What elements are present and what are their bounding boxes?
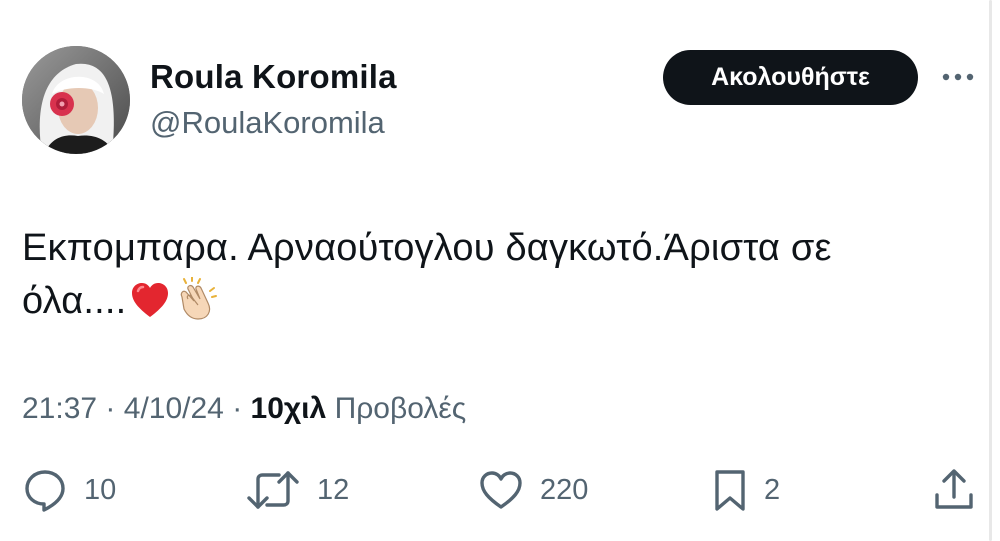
- repost-button[interactable]: 12: [245, 462, 349, 518]
- meta-separator: ·: [105, 392, 116, 425]
- tweet-body: Εκπομπαρα. Αρναούτογλου δαγκωτό.Άριστα σ…: [22, 222, 942, 336]
- author-display-name[interactable]: Roula Koromila: [150, 58, 397, 96]
- tweet-meta: 21:37 · 4/10/24 · 10χιλ Προβολές: [22, 392, 466, 426]
- repost-icon: [247, 471, 299, 509]
- reply-button[interactable]: 10: [22, 462, 116, 518]
- reply-icon: [25, 470, 65, 512]
- avatar[interactable]: [22, 46, 130, 154]
- tweet-date[interactable]: 4/10/24: [124, 392, 224, 425]
- share-icon: [935, 469, 973, 509]
- avatar-image: [22, 46, 130, 154]
- tweet-card: Roula Koromila @RoulaKoromila Ακολουθήστ…: [0, 0, 1000, 541]
- views-count: 10χιλ: [250, 392, 327, 425]
- bookmark-button[interactable]: 2: [712, 462, 780, 518]
- follow-button[interactable]: Ακολουθήστε: [663, 50, 918, 105]
- repost-count: 12: [317, 473, 350, 506]
- scrollbar[interactable]: [989, 0, 992, 541]
- more-options-button[interactable]: [940, 64, 976, 90]
- views-label: Προβολές: [334, 392, 467, 425]
- more-dots-icon: [942, 73, 974, 81]
- share-button[interactable]: [933, 462, 975, 518]
- action-bar: 10 12 220 2: [0, 462, 1000, 518]
- bookmark-icon: [715, 470, 745, 511]
- red-heart-icon: [130, 281, 170, 336]
- meta-separator: ·: [232, 392, 243, 425]
- reply-count: 10: [84, 473, 117, 506]
- tweet-time[interactable]: 21:37: [22, 392, 97, 425]
- bookmark-count: 2: [764, 473, 781, 506]
- author-handle[interactable]: @RoulaKoromila: [150, 105, 385, 141]
- heart-icon: [480, 471, 522, 509]
- clapping-hands-icon: [174, 276, 218, 336]
- like-count: 220: [540, 473, 589, 506]
- like-button[interactable]: 220: [478, 462, 588, 518]
